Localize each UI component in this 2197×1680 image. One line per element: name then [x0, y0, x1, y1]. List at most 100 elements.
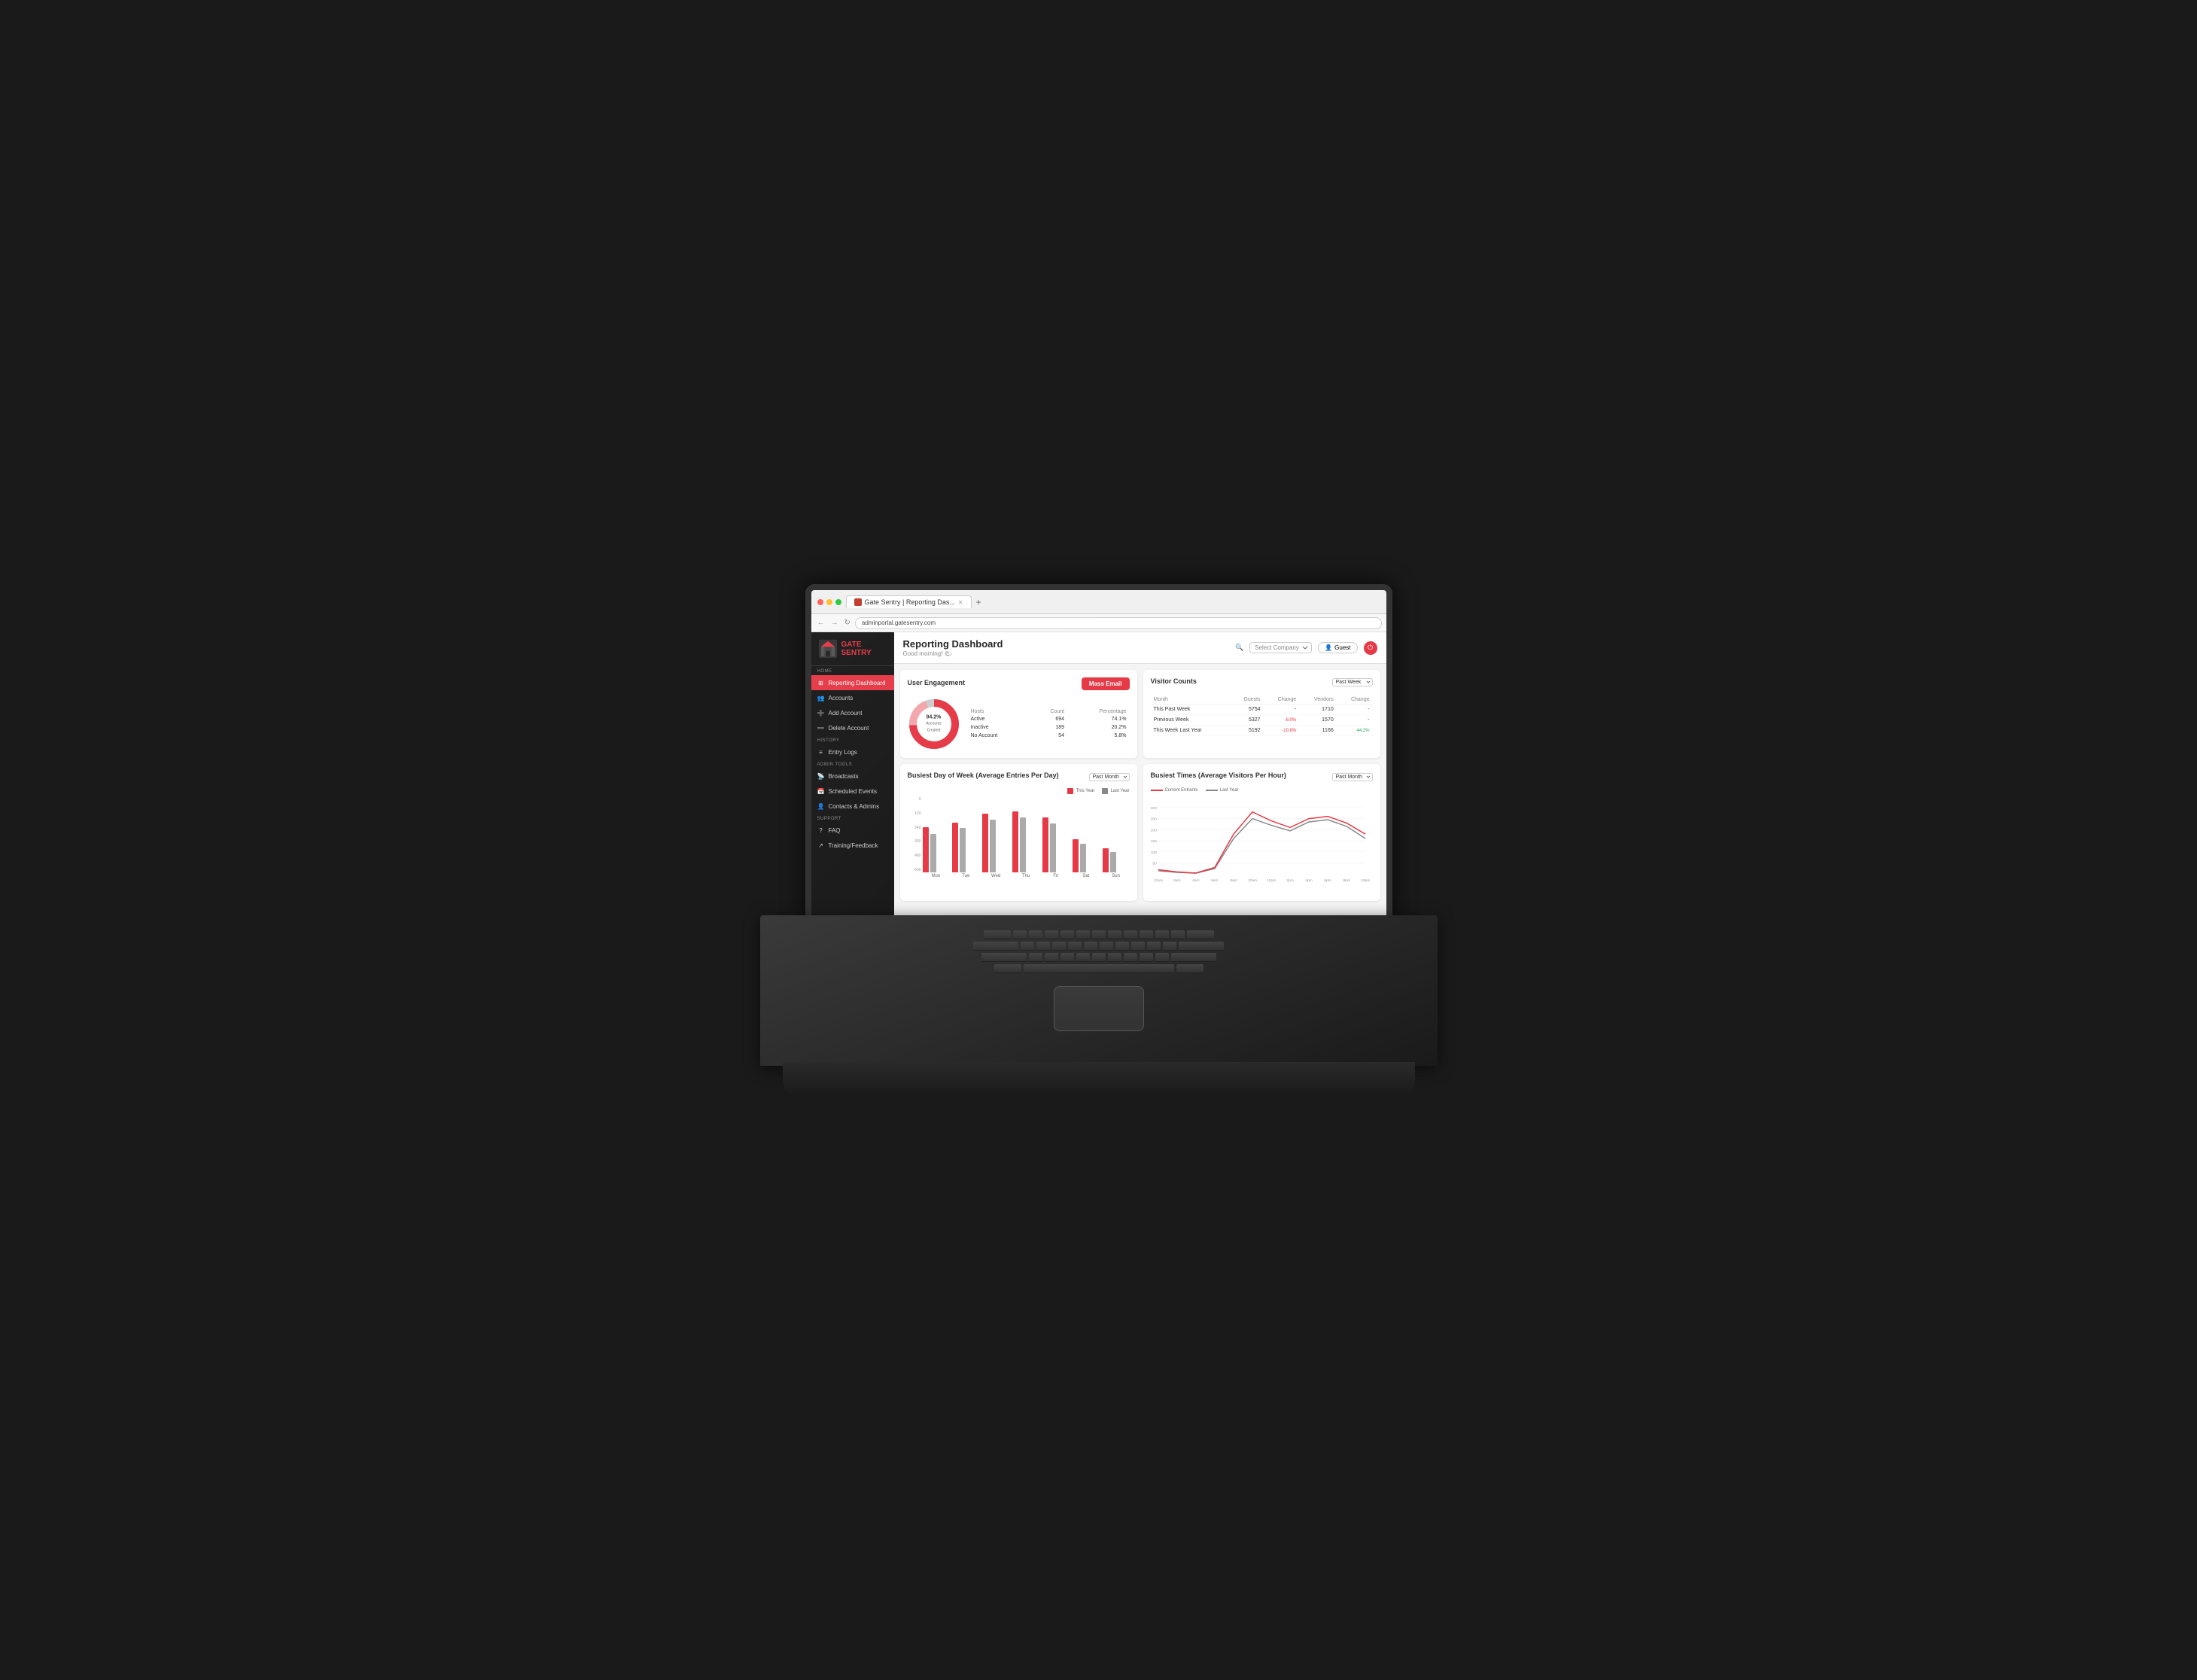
day-label: Fri [1042, 874, 1070, 878]
vendors-value: 1570 [1299, 715, 1336, 726]
svg-text:12am: 12am [1153, 878, 1162, 883]
sidebar-item-scheduled-events[interactable]: 📅 Scheduled Events [811, 784, 894, 799]
refresh-button[interactable]: ↻ [843, 619, 852, 627]
key [1124, 953, 1137, 962]
sidebar-item-faq[interactable]: ? FAQ [811, 823, 894, 838]
visitor-counts-title: Visitor Counts [1151, 677, 1197, 685]
y-label: 240 [908, 826, 921, 830]
main-header: Reporting Dashboard Good morning! 🌤 🔍 Se… [894, 632, 1386, 664]
user-engagement-card: User Engagement Mass Email [900, 670, 1137, 758]
sidebar-item-training-feedback[interactable]: ↗ Training/Feedback [811, 838, 894, 853]
key [1076, 930, 1090, 939]
tab-favicon [854, 598, 862, 606]
key [1108, 953, 1121, 962]
table-row: Inactive 189 20.2% [968, 723, 1130, 732]
sidebar-logo: GATE SENTRY [811, 632, 894, 666]
key [1179, 942, 1224, 951]
y-label: 480 [908, 854, 921, 858]
laptop-keyboard [760, 915, 1438, 1066]
browser-tab[interactable]: Gate Sentry | Reporting Das... ✕ [846, 595, 972, 608]
key [1100, 942, 1113, 951]
bar-this-year [1012, 811, 1018, 872]
list-icon: ≡ [817, 748, 825, 756]
bar-chart-legend: This Year Last Year [1067, 788, 1129, 794]
key [1140, 930, 1153, 939]
key [1052, 942, 1066, 951]
bar-last-year [1080, 844, 1086, 872]
minimize-button[interactable] [826, 599, 832, 605]
charts-row: Busiest Day of Week (Average Entries Per… [900, 764, 1380, 901]
table-row: No Account 54 5.8% [968, 732, 1130, 740]
laptop-base [783, 1062, 1415, 1096]
svg-text:2pm: 2pm [1286, 878, 1294, 883]
col-count: Count [1030, 708, 1067, 715]
visitor-filter-select[interactable]: Past Week Past Month [1332, 678, 1373, 686]
sidebar-item-add-account[interactable]: ➕ Add Account [811, 705, 894, 720]
y-label: 600 [908, 868, 921, 872]
key [1155, 953, 1169, 962]
key [1131, 942, 1145, 951]
key [1171, 930, 1185, 939]
line-chart-filter[interactable]: Past Month Past Week Past Year [1332, 773, 1373, 781]
sidebar-item-broadcasts[interactable]: 📡 Broadcasts [811, 768, 894, 784]
legend-label: Last Year [1220, 788, 1239, 793]
maximize-button[interactable] [835, 599, 841, 605]
new-tab-button[interactable]: + [976, 597, 981, 607]
svg-text:8am: 8am [1230, 878, 1237, 883]
legend-label: Last Year [1110, 789, 1129, 793]
donut-sub-label: Accounts Created [926, 722, 942, 732]
company-select[interactable]: Select Company [1249, 642, 1312, 653]
bar-group [1103, 848, 1130, 872]
col-guests: Guests [1230, 695, 1263, 705]
svg-text:4pm: 4pm [1305, 878, 1313, 883]
close-button[interactable] [817, 599, 823, 605]
bar-this-year [923, 827, 929, 872]
key [1171, 953, 1216, 962]
url-display: adminportal.gatesentry.com [862, 619, 936, 626]
key-row-1 [783, 930, 1415, 939]
logo-sentry: SENTRY [841, 649, 872, 657]
address-bar[interactable]: adminportal.gatesentry.com [855, 617, 1382, 629]
search-icon[interactable]: 🔍 [1235, 644, 1243, 652]
tab-close-icon[interactable]: ✕ [958, 599, 963, 606]
vendors-change: - [1337, 715, 1373, 726]
top-cards-row: User Engagement Mass Email [900, 670, 1380, 758]
forward-button[interactable]: → [829, 619, 840, 627]
sidebar-item-label: Accounts [829, 695, 854, 702]
gate-sentry-logo-icon [817, 638, 838, 659]
sidebar-item-contacts-admins[interactable]: 👤 Contacts & Admins [811, 799, 894, 814]
user-button-label: Guest [1334, 644, 1350, 651]
key [1045, 953, 1058, 962]
line-chart-title: Busiest Times (Average Visitors Per Hour… [1151, 772, 1286, 779]
mass-email-button[interactable]: Mass Email [1082, 677, 1130, 690]
visitor-data-table: Month Guests Change Vendors Change [1151, 695, 1373, 736]
key [1176, 964, 1203, 973]
sidebar-item-delete-account[interactable]: ➖ Delete Account [811, 720, 894, 735]
bar-last-year [1050, 823, 1056, 872]
key [1140, 953, 1153, 962]
key [1084, 942, 1097, 951]
month-label: Previous Week [1151, 715, 1231, 726]
table-row: Active 694 74.1% [968, 715, 1130, 723]
bar-group [952, 823, 979, 873]
key [1076, 953, 1090, 962]
donut-chart: 94.2% Accounts Created [908, 698, 960, 750]
bar-chart-filter[interactable]: Past Month Past Week Past Year [1089, 773, 1130, 781]
engagement-data-table: Hosts Count Percentage Active [968, 708, 1130, 740]
sidebar-item-label: Contacts & Admins [829, 803, 880, 810]
person-minus-icon: ➖ [817, 724, 825, 732]
touchpad[interactable] [1054, 986, 1144, 1031]
key [994, 964, 1021, 973]
sidebar-item-reporting-dashboard[interactable]: ⊞ Reporting Dashboard [811, 675, 894, 690]
key [984, 930, 1011, 939]
back-button[interactable]: ← [816, 619, 826, 627]
sidebar-item-accounts[interactable]: 👥 Accounts [811, 690, 894, 705]
sidebar-item-label: Delete Account [829, 725, 869, 732]
sidebar-item-entry-logs[interactable]: ≡ Entry Logs [811, 744, 894, 759]
row-count: 189 [1030, 723, 1067, 732]
user-button[interactable]: 👤 Guest [1318, 642, 1357, 653]
laptop-screen: Gate Sentry | Reporting Das... ✕ + ← → ↻… [805, 584, 1392, 953]
row-pct: 74.1% [1067, 715, 1129, 723]
power-button[interactable]: ⏻ [1364, 641, 1377, 655]
col-month: Month [1151, 695, 1231, 705]
